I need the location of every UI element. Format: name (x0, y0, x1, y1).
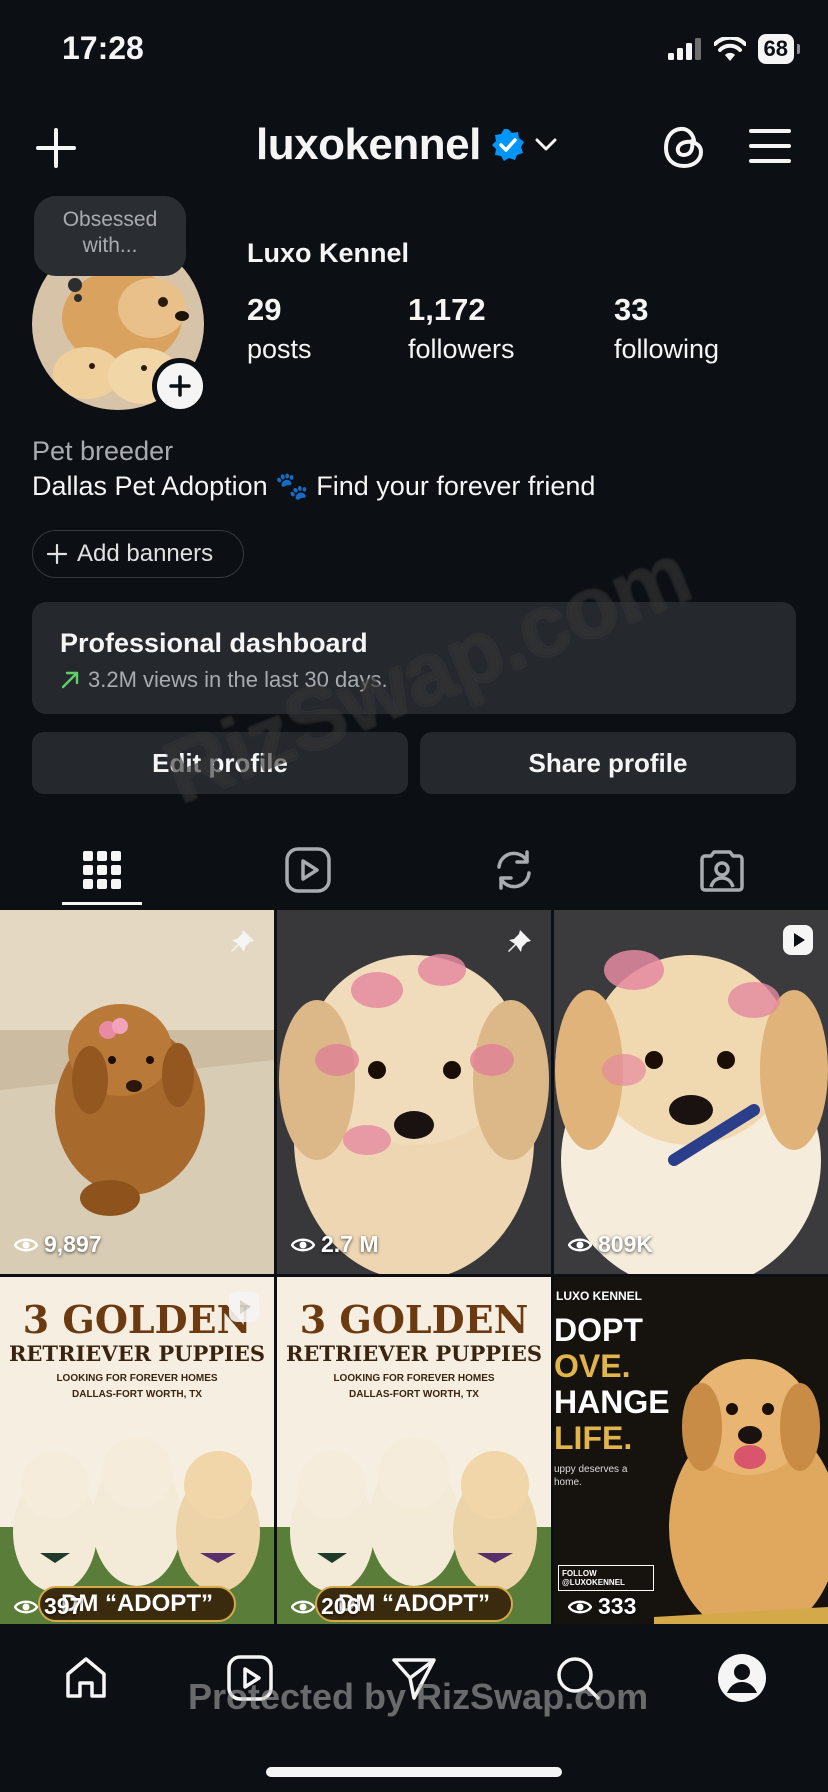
reels-icon (285, 847, 331, 893)
poster-line2: DALLAS-FORT WORTH, TX (72, 1389, 202, 1400)
add-banners-button[interactable]: Add banners (32, 530, 244, 578)
view-count: 9,897 (14, 1231, 102, 1258)
post-thumbnail (277, 910, 551, 1274)
battery-level: 68 (757, 34, 801, 64)
pin-icon (231, 927, 254, 952)
eye-icon (291, 1238, 315, 1251)
profile-avatar-icon (718, 1654, 766, 1702)
poster-follow: FOLLOW @LUXOKENNEL (558, 1565, 654, 1591)
nav-profile[interactable] (712, 1648, 772, 1708)
profile-bio: Dallas Pet Adoption 🐾 Find your forever … (32, 471, 596, 501)
eye-icon (14, 1600, 38, 1613)
stat-posts-label: posts (247, 334, 312, 364)
poster-line1: LOOKING FOR FOREVER HOMES (333, 1373, 495, 1384)
cellular-signal-icon (667, 38, 701, 60)
post-tile[interactable]: 2.7 M (277, 910, 551, 1274)
view-count-value: 333 (598, 1593, 637, 1619)
view-count-value: 9,897 (44, 1231, 102, 1257)
wifi-icon (713, 37, 746, 61)
note-bubble-tail-small (74, 294, 82, 302)
poster-line: LIFE. (554, 1420, 633, 1456)
eye-icon (568, 1238, 592, 1251)
poster-brand: LUXO KENNEL (556, 1289, 643, 1303)
eye-icon (568, 1600, 592, 1613)
profile-note-bubble[interactable]: Obsessed with... (34, 196, 186, 276)
posts-grid: 9,897 2.7 M 809K 3 GOLDEN RETRIEVER PUPP… (0, 910, 828, 1624)
profile-category: Pet breeder (32, 436, 174, 466)
view-count: 809K (568, 1231, 653, 1258)
stat-posts[interactable]: 29 posts (247, 292, 312, 365)
note-bubble-tail (68, 278, 82, 292)
account-switcher[interactable]: luxokennel (256, 120, 557, 170)
view-count: 206 (291, 1593, 359, 1620)
stat-following[interactable]: 33 following (614, 292, 719, 365)
stat-followers-label: followers (408, 334, 515, 364)
display-name: Luxo Kennel (247, 238, 410, 268)
pin-icon (508, 927, 531, 952)
stat-posts-value: 29 (247, 292, 282, 327)
view-count: 397 (14, 1593, 82, 1620)
watermark-bottom: Protected by RizSwap.com (188, 1676, 649, 1717)
hamburger-menu-icon[interactable] (748, 126, 792, 166)
poster-subtitle: RETRIEVER PUPPIES (285, 1341, 543, 1366)
post-tile[interactable]: 3 GOLDEN RETRIEVER PUPPIES LOOKING FOR F… (277, 1277, 551, 1624)
post-tile[interactable]: 809K (554, 910, 828, 1274)
poster-line2: DALLAS-FORT WORTH, TX (349, 1389, 479, 1400)
add-banners-label: Add banners (77, 540, 214, 567)
stat-followers-value: 1,172 (408, 292, 486, 327)
tab-tagged[interactable] (692, 840, 752, 900)
eye-icon (291, 1600, 315, 1613)
stat-following-value: 33 (614, 292, 649, 327)
post-tile[interactable]: 9,897 (0, 910, 274, 1274)
view-count-value: 206 (321, 1593, 360, 1619)
share-profile-label: Share profile (528, 747, 688, 778)
post-tile[interactable]: LUXO KENNEL DOPT OVE. HANGE LIFE. uppy d… (554, 1277, 828, 1624)
stat-following-label: following (614, 334, 720, 364)
chevron-down-icon (535, 138, 557, 151)
tab-reels[interactable] (278, 840, 338, 900)
active-tab-indicator (62, 902, 142, 905)
poster-line1: LOOKING FOR FOREVER HOMES (56, 1373, 218, 1384)
post-thumbnail (554, 910, 828, 1274)
status-indicators: 68 (667, 34, 801, 64)
stat-followers[interactable]: 1,172 followers (408, 292, 515, 365)
poster-subtitle: RETRIEVER PUPPIES (8, 1341, 266, 1366)
reel-icon (229, 1292, 259, 1322)
view-count-value: 809K (598, 1231, 653, 1257)
nav-home[interactable] (56, 1648, 116, 1708)
grid-icon (83, 851, 121, 889)
create-plus-icon[interactable] (34, 126, 78, 170)
view-count-value: 2.7 M (321, 1231, 379, 1257)
poster-line: OVE. (554, 1348, 631, 1384)
share-profile-button[interactable]: Share profile (420, 732, 796, 794)
post-thumbnail (0, 910, 274, 1274)
status-time: 17:28 (62, 30, 144, 66)
poster-title: 3 GOLDEN (299, 1297, 529, 1342)
poster-line: DOPT (554, 1312, 643, 1348)
plus-icon (169, 375, 191, 397)
add-story-button[interactable] (152, 358, 208, 414)
view-count-value: 397 (44, 1593, 83, 1619)
eye-icon (14, 1238, 38, 1251)
tab-reposts[interactable] (484, 840, 544, 900)
repost-icon (497, 850, 531, 890)
poster-small-text: uppy deserves a home. (554, 1464, 628, 1488)
home-icon (66, 1657, 106, 1698)
plus-icon (47, 544, 67, 564)
reel-icon (783, 925, 813, 955)
trend-up-arrow-icon (61, 671, 79, 689)
status-bar: 17:28 68 (0, 0, 828, 100)
tab-posts-grid[interactable] (72, 840, 132, 900)
threads-icon[interactable] (660, 122, 708, 172)
profile-tabs (0, 830, 828, 906)
post-tile[interactable]: 3 GOLDEN RETRIEVER PUPPIES LOOKING FOR F… (0, 1277, 274, 1624)
profile-header: luxokennel (0, 110, 828, 190)
view-count: 2.7 M (291, 1231, 379, 1258)
poster-line: HANGE (554, 1384, 670, 1420)
view-count: 333 (568, 1593, 636, 1620)
verified-badge-icon (491, 129, 524, 161)
tagged-person-icon (700, 850, 744, 892)
header-username: luxokennel (256, 120, 481, 169)
home-indicator (266, 1767, 562, 1777)
